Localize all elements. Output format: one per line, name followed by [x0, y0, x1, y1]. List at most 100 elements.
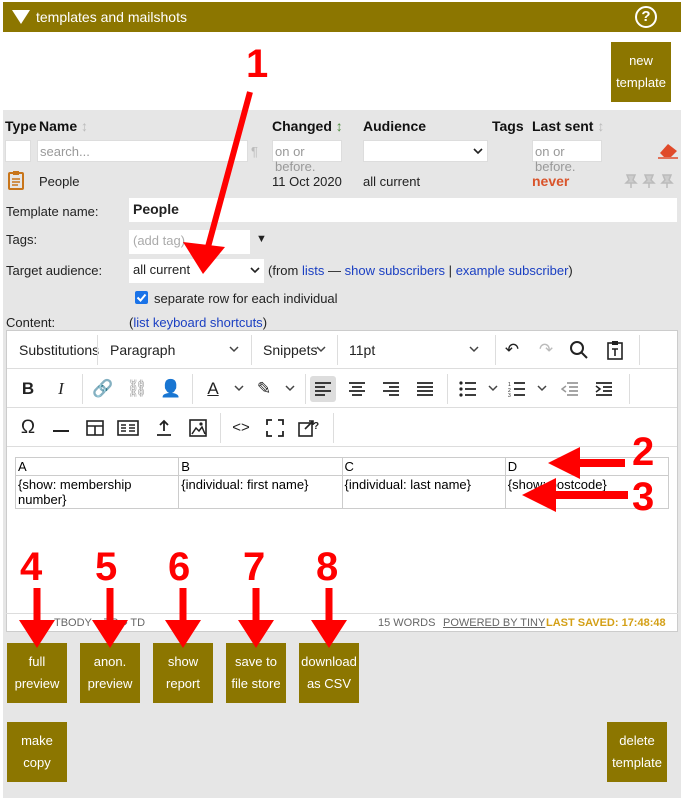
- example-subscriber-link[interactable]: example subscriber: [456, 263, 569, 278]
- sort-icon[interactable]: ↕: [597, 118, 604, 134]
- lists-link[interactable]: lists: [302, 263, 324, 278]
- last-saved: LAST SAVED: 17:48:48: [546, 617, 666, 629]
- chevron-down-icon: [316, 346, 326, 353]
- svg-text:3: 3: [508, 393, 511, 397]
- header-type[interactable]: Type: [5, 118, 37, 134]
- horizontal-rule-icon[interactable]: [48, 415, 74, 441]
- template-name-input[interactable]: People: [129, 198, 677, 222]
- section-titlebar[interactable]: templates and mailshots ?: [3, 2, 681, 32]
- table-row: {show: membership number} {individual: f…: [14, 475, 670, 509]
- row-name[interactable]: People: [39, 174, 79, 189]
- separate-row-checkbox[interactable]: [135, 291, 148, 304]
- redo-icon[interactable]: ↷: [533, 337, 559, 363]
- numbered-list-icon[interactable]: 123: [504, 376, 530, 402]
- header-last-sent[interactable]: Last sent ↕: [532, 118, 604, 134]
- new-template-button[interactable]: new template: [611, 42, 671, 102]
- audience-filter-select[interactable]: [363, 140, 488, 162]
- content-label: Content:: [6, 315, 56, 330]
- keyboard-shortcuts-link[interactable]: list keyboard shortcuts: [133, 315, 262, 330]
- image-icon[interactable]: [185, 415, 211, 441]
- link-icon[interactable]: 🔗: [90, 376, 116, 402]
- header-audience[interactable]: Audience: [363, 118, 426, 134]
- tags-dropdown-icon[interactable]: ▼: [256, 233, 267, 245]
- merge-fields-table[interactable]: A B C D {show: membership number} {indiv…: [14, 457, 670, 509]
- tags-label: Tags:: [6, 232, 38, 247]
- help-popout-icon[interactable]: ?: [296, 415, 322, 441]
- highlight-icon[interactable]: ✎: [251, 376, 277, 402]
- help-icon[interactable]: ?: [635, 6, 657, 28]
- bold-icon[interactable]: B: [15, 376, 41, 402]
- special-character-icon[interactable]: Ω: [15, 415, 41, 441]
- type-filter[interactable]: [5, 140, 31, 162]
- clipboard-icon: [8, 171, 24, 190]
- align-right-icon[interactable]: [378, 376, 404, 402]
- source-code-icon[interactable]: <>: [228, 415, 254, 441]
- upload-icon[interactable]: [151, 415, 177, 441]
- indent-icon[interactable]: [591, 376, 617, 402]
- header-tags[interactable]: Tags: [492, 118, 524, 134]
- table-header-cell[interactable]: A: [14, 457, 180, 476]
- toolbar-row-1: Substitutions Paragraph Snippets 11pt ↶ …: [7, 331, 677, 369]
- header-changed[interactable]: Changed ↕: [272, 118, 343, 134]
- pin-icons[interactable]: [624, 173, 678, 189]
- target-audience-label: Target audience:: [6, 263, 103, 278]
- pilcrow-icon: ¶: [251, 144, 258, 159]
- sort-icon[interactable]: ↕: [81, 118, 88, 134]
- last-sent-filter-input[interactable]: on or before.: [532, 140, 602, 174]
- full-preview-button[interactable]: full preview: [7, 643, 67, 703]
- table-cell[interactable]: {individual: last name}: [341, 475, 506, 509]
- italic-icon[interactable]: I: [48, 376, 74, 402]
- annotation-8: 8: [316, 545, 339, 589]
- snippets-menu[interactable]: Snippets: [263, 331, 317, 369]
- block-format-select[interactable]: Paragraph: [110, 331, 175, 369]
- element-path[interactable]: TBODY » TR » TD: [54, 617, 145, 629]
- word-count[interactable]: 15 WORDS: [378, 617, 435, 629]
- delete-template-button[interactable]: delete template: [607, 722, 667, 782]
- show-subscribers-link[interactable]: show subscribers: [345, 263, 445, 278]
- bullet-list-icon[interactable]: [455, 376, 481, 402]
- align-center-icon[interactable]: [344, 376, 370, 402]
- substitutions-menu[interactable]: Substitutions: [19, 331, 99, 369]
- checkmark-icon: [136, 293, 147, 302]
- powered-by-tiny-link[interactable]: POWERED BY TINY: [443, 617, 545, 629]
- undo-icon[interactable]: ↶: [499, 337, 525, 363]
- tags-input[interactable]: (add tag): [129, 230, 250, 254]
- fullscreen-icon[interactable]: [262, 415, 288, 441]
- search-icon[interactable]: [566, 337, 592, 363]
- font-size-select[interactable]: 11pt: [349, 331, 375, 369]
- annotation-6: 6: [168, 545, 191, 589]
- table-header-cell[interactable]: C: [341, 457, 506, 476]
- unlink-icon[interactable]: ⛓: [124, 376, 150, 402]
- table-header-cell[interactable]: B: [178, 457, 343, 476]
- collapse-triangle-icon[interactable]: [12, 10, 30, 24]
- download-csv-button[interactable]: download as CSV: [299, 643, 359, 703]
- keyboard-shortcuts: (list keyboard shortcuts): [129, 315, 268, 330]
- sort-active-icon[interactable]: ↕: [336, 118, 343, 134]
- eraser-icon[interactable]: [656, 141, 680, 159]
- editor-status-bar: TBODY » TR » TD 15 WORDS POWERED BY TINY…: [6, 613, 678, 633]
- annotation-7: 7: [243, 545, 266, 589]
- changed-filter-input[interactable]: on or before.: [272, 140, 342, 174]
- text-color-icon[interactable]: A: [200, 376, 226, 402]
- chevron-down-icon: [250, 267, 260, 274]
- row-audience: all current: [363, 174, 421, 189]
- save-to-file-store-button[interactable]: save to file store: [226, 643, 286, 703]
- table-icon[interactable]: [82, 415, 108, 441]
- paste-text-icon[interactable]: [602, 337, 628, 363]
- template-block-icon[interactable]: [115, 415, 141, 441]
- target-audience-select[interactable]: all current: [129, 259, 264, 283]
- anon-preview-button[interactable]: anon. preview: [80, 643, 140, 703]
- make-copy-button[interactable]: make copy: [7, 722, 67, 782]
- justify-icon[interactable]: [412, 376, 438, 402]
- link-person-icon[interactable]: 👤: [158, 376, 184, 402]
- svg-text:?: ?: [313, 421, 319, 432]
- outdent-icon[interactable]: [557, 376, 583, 402]
- show-report-button[interactable]: show report: [153, 643, 213, 703]
- align-left-icon[interactable]: [310, 376, 336, 402]
- table-cell[interactable]: {individual: first name}: [178, 475, 343, 509]
- toolbar-row-3: Ω <> ?: [7, 409, 677, 447]
- header-name[interactable]: Name ↕: [39, 118, 88, 134]
- name-search-input[interactable]: search...: [37, 140, 248, 162]
- chevron-down-icon: [229, 346, 239, 353]
- table-cell[interactable]: {show: membership number}: [14, 475, 180, 509]
